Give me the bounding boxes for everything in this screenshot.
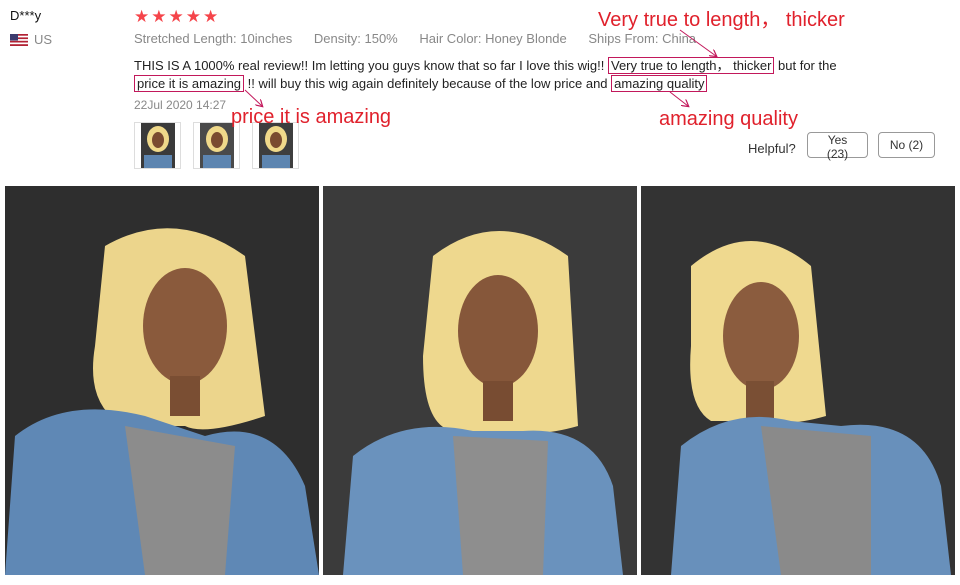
review-thumbnail[interactable] [134,122,181,169]
review-photo[interactable] [641,186,955,575]
product-attributes: Stretched Length: 10inches Density: 150%… [134,31,714,46]
arrow-quality [669,91,688,106]
annotation-length: Very true to length， thicker [598,9,845,31]
highlight-quality: amazing quality [611,75,708,92]
attr-length: Stretched Length: 10inches [134,31,293,46]
helpful-no-button[interactable]: No (2) [878,132,935,158]
review-date: 22Jul 2020 14:27 [134,98,227,112]
attr-ships: Ships From: China [588,31,697,46]
highlight-length: Very true to length， thicker [608,57,775,74]
attr-density: Density: 150% [313,31,398,46]
review-thumbnails [134,122,299,169]
review-text-part: but for the [774,58,837,73]
annotation-quality: amazing quality [659,108,798,130]
review-photo[interactable] [323,186,637,575]
review-thumbnail[interactable] [252,122,299,169]
helpful-yes-button[interactable]: Yes (23) [807,132,868,161]
review-text-part: !! will buy this wig again definitely be… [244,76,612,91]
star-icon: ★ [203,7,219,26]
reviewer-country: US [10,32,52,47]
reviewer-name: D***y [10,8,42,23]
review-text-part: THIS IS A 1000% real review!! Im letting… [134,58,608,73]
annotation-price: price it is amazing [231,106,392,128]
helpful-label: Helpful? [748,141,796,156]
attr-color: Hair Color: Honey Blonde [419,31,567,46]
star-icon: ★ [185,7,201,26]
review-text: THIS IS A 1000% real review!! Im letting… [134,57,854,93]
rating-stars: ★ ★ ★ ★ ★ [134,8,218,25]
review-thumbnail[interactable] [193,122,240,169]
us-flag-icon [10,33,28,46]
highlight-price: price it is amazing [134,75,245,92]
country-code: US [34,32,53,47]
review-photo[interactable] [5,186,319,575]
star-icon: ★ [168,7,184,26]
star-icon: ★ [151,7,167,26]
star-icon: ★ [134,7,150,26]
